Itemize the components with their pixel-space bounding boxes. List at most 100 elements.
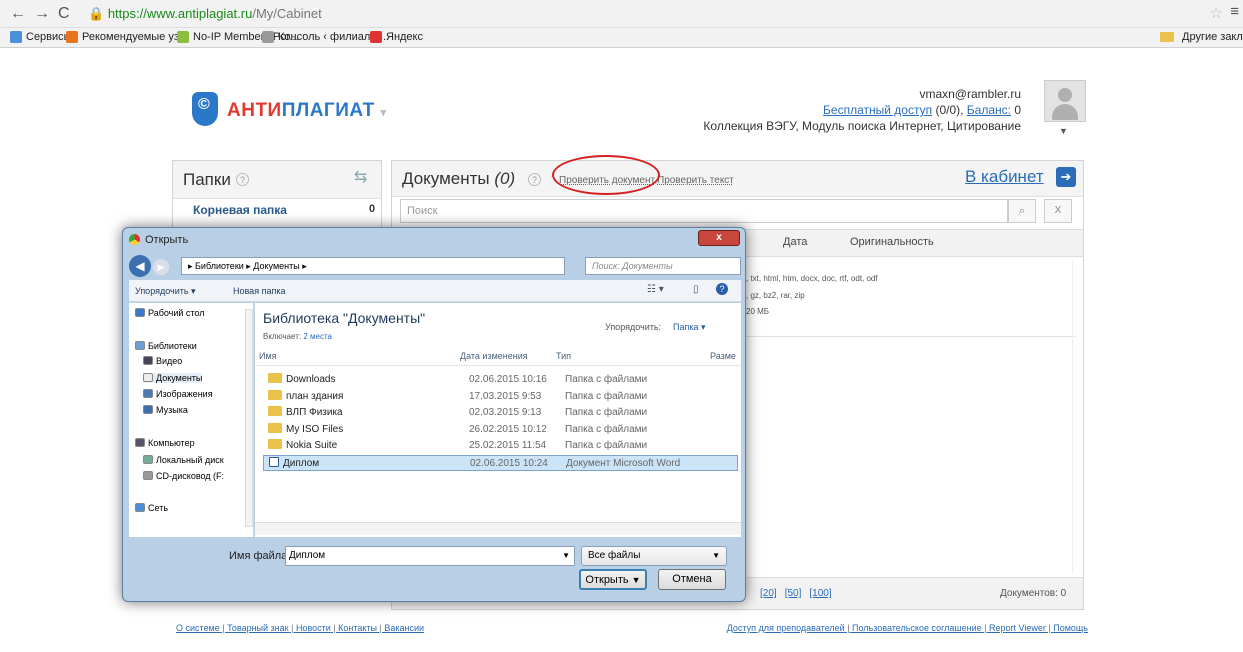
file-column-header[interactable]: Имя: [259, 351, 277, 361]
footer-link[interactable]: Товарный знак: [227, 623, 289, 633]
nav-item[interactable]: Видео: [143, 356, 182, 366]
documents-total: Документов: 0: [1000, 588, 1067, 599]
back-icon[interactable]: ◀: [129, 255, 151, 277]
menu-icon[interactable]: ≡: [1230, 3, 1239, 20]
nav-item[interactable]: Локальный диск: [143, 455, 224, 465]
path-breadcrumb[interactable]: ▸ Библиотеки ▸ Документы ▸: [181, 257, 565, 275]
page-size-link[interactable]: [20]: [760, 588, 777, 599]
nav-item-icon: [135, 438, 145, 447]
footer-link[interactable]: Новости: [296, 623, 331, 633]
file-column-header[interactable]: Дата изменения: [460, 351, 528, 361]
new-folder-button[interactable]: Новая папка: [233, 286, 285, 296]
nav-item-label: Видео: [156, 356, 183, 366]
nav-item[interactable]: Компьютер: [135, 438, 195, 448]
nav-item-icon: [143, 471, 153, 480]
preview-icon[interactable]: ▯: [693, 284, 699, 295]
file-column-header[interactable]: Тип: [556, 351, 571, 361]
close-icon[interactable]: x: [698, 230, 740, 246]
bookmark-item[interactable]: Яндекс: [370, 31, 423, 43]
url-path: /My/Cabinet: [252, 6, 322, 21]
search-icon[interactable]: ⌕: [1008, 199, 1036, 223]
footer-link[interactable]: Помощь: [1053, 623, 1088, 633]
enter-icon[interactable]: ➔: [1056, 167, 1076, 187]
reload-icon[interactable]: C: [58, 5, 70, 23]
footer-link[interactable]: Контакты: [338, 623, 377, 633]
file-date: 02.03.2015 9:13: [469, 407, 542, 418]
file-type-select[interactable]: Все файлы ▼: [581, 546, 727, 566]
to-cabinet-link[interactable]: В кабинет: [965, 167, 1044, 187]
help-icon[interactable]: ?: [716, 283, 728, 295]
star-icon[interactable]: ☆: [1210, 4, 1223, 22]
nav-item[interactable]: Изображения: [143, 389, 213, 399]
arrange-label: Упорядочить:: [605, 322, 662, 332]
file-row[interactable]: план здания 17.03.2015 9:53 Папка с файлам…: [263, 389, 738, 405]
open-button[interactable]: Открыть ▼: [579, 569, 647, 590]
bookmark-icon: [370, 31, 382, 43]
file-type-value: Все файлы: [588, 550, 641, 561]
balance-link[interactable]: Баланс:: [967, 103, 1011, 117]
account-info: vmaxn@rambler.ru Бесплатный доступ (0/0)…: [703, 86, 1021, 134]
search-input[interactable]: Поиск: [400, 199, 1008, 223]
column-originality[interactable]: Оригинальность: [850, 236, 934, 248]
file-row[interactable]: Nokia Suite 25.02.2015 11:54 Папка с файла…: [263, 438, 738, 454]
search-clear-button[interactable]: X: [1044, 199, 1072, 223]
cancel-button[interactable]: Отмена: [658, 569, 726, 590]
nav-item-label: Изображения: [156, 389, 213, 399]
dialog-search-input[interactable]: Поиск: Документы: [585, 257, 741, 275]
footer-link[interactable]: Доступ для преподавателей: [727, 623, 845, 633]
bookmark-other[interactable]: Другие закладки: [1160, 31, 1243, 43]
nav-scrollbar[interactable]: [245, 309, 253, 527]
file-row[interactable]: Диплом 02.06.2015 10:24 Документ Microsoft…: [263, 454, 738, 471]
footer-separator: |: [288, 623, 296, 633]
view-icon[interactable]: ☷ ▾: [647, 284, 664, 295]
balance-value: 0: [1010, 103, 1021, 117]
check-text-link[interactable]: Проверить текст: [657, 175, 734, 186]
page-size-link[interactable]: [100]: [809, 588, 831, 599]
file-date: 02.06.2015 10:16: [469, 374, 547, 385]
file-column-header[interactable]: Разме: [710, 351, 736, 361]
free-access-link[interactable]: Бесплатный доступ: [823, 103, 932, 117]
help-icon[interactable]: ?: [528, 173, 541, 186]
avatar[interactable]: [1044, 80, 1086, 122]
forward-icon[interactable]: →: [34, 5, 50, 23]
collapse-arrows-icon[interactable]: ⇆: [354, 167, 367, 187]
nav-item[interactable]: CD-дисковод (F:: [143, 471, 224, 481]
footer-link[interactable]: Вакансии: [384, 623, 424, 633]
open-file-dialog: Открыть x ◀ ▶ ▸ Библиотеки ▸ Документы ▸…: [122, 227, 746, 602]
horizontal-scrollbar[interactable]: [255, 522, 741, 535]
filename-value: Диплом: [289, 550, 326, 561]
filename-input[interactable]: Диплом ▼: [285, 546, 575, 566]
bookmark-item[interactable]: Сервисы: [10, 31, 72, 43]
file-name-text: Диплом: [283, 457, 320, 469]
chevron-down-icon: ▼: [562, 551, 570, 560]
address-bar[interactable]: 🔒 https://www.antiplagiat.ru/My/Cabinet: [88, 4, 1228, 24]
back-icon[interactable]: ←: [10, 5, 26, 23]
nav-item[interactable]: Библиотеки: [135, 341, 197, 351]
forward-icon[interactable]: ▶: [153, 259, 169, 275]
bookmark-item[interactable]: Рекомендуемые уз...: [66, 31, 188, 43]
collections-text: Коллекция ВЭГУ, Модуль поиска Интернет, …: [703, 119, 1021, 133]
nav-item[interactable]: Рабочий стол: [135, 308, 205, 318]
archive-formats-text: , gz, bz2, rar, zip: [746, 291, 805, 300]
page-size-links: [20] [50] [100]: [760, 588, 840, 599]
page-size-link[interactable]: [50]: [785, 588, 802, 599]
library-title: Библиотека "Документы": [263, 310, 426, 326]
library-places-link[interactable]: 2 места: [303, 332, 332, 341]
file-row[interactable]: Downloads 02.06.2015 10:16 Папка с файлами: [263, 372, 738, 388]
nav-item[interactable]: Музыка: [143, 405, 188, 415]
root-folder[interactable]: Корневая папка: [193, 203, 287, 217]
logo[interactable]: АНТИПЛАГИАТ ▾: [227, 100, 387, 122]
footer-link[interactable]: О системе: [176, 623, 220, 633]
footer-link[interactable]: Пользовательское соглашение: [852, 623, 982, 633]
scrollbar[interactable]: [1072, 261, 1082, 573]
arrange-dropdown[interactable]: Папка ▾: [673, 322, 706, 333]
folder-icon: [268, 389, 282, 400]
help-icon[interactable]: ?: [236, 173, 249, 186]
file-row[interactable]: ВЛП Физика 02.03.2015 9:13 Папка с файлами: [263, 405, 738, 421]
organize-button[interactable]: Упорядочить ▾: [135, 286, 196, 297]
column-date[interactable]: Дата: [783, 236, 807, 248]
nav-item[interactable]: Документы: [143, 373, 203, 383]
footer-link[interactable]: Report Viewer: [989, 623, 1046, 633]
nav-item[interactable]: Сеть: [135, 503, 168, 513]
file-row[interactable]: My ISO Files 26.02.2015 10:12 Папка с файл…: [263, 422, 738, 438]
